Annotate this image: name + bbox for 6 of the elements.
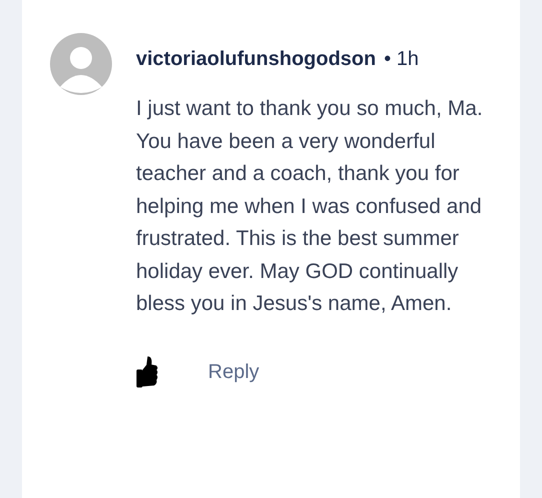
avatar-icon (50, 33, 112, 95)
comment-text: I just want to thank you so much, Ma. You have been a very wonderful teacher and a coach, thank you for helping me when I was confused and frustrated. This is the best summer holiday ever. May GOD continually bless you in Jesus's name, Amen. (136, 96, 484, 317)
reply-button[interactable]: Reply (204, 354, 264, 388)
thumbs-up-icon[interactable] (136, 356, 158, 388)
comment-time: • 1h (384, 47, 419, 71)
author-name[interactable]: victoriaolufunshogodson (136, 47, 376, 71)
